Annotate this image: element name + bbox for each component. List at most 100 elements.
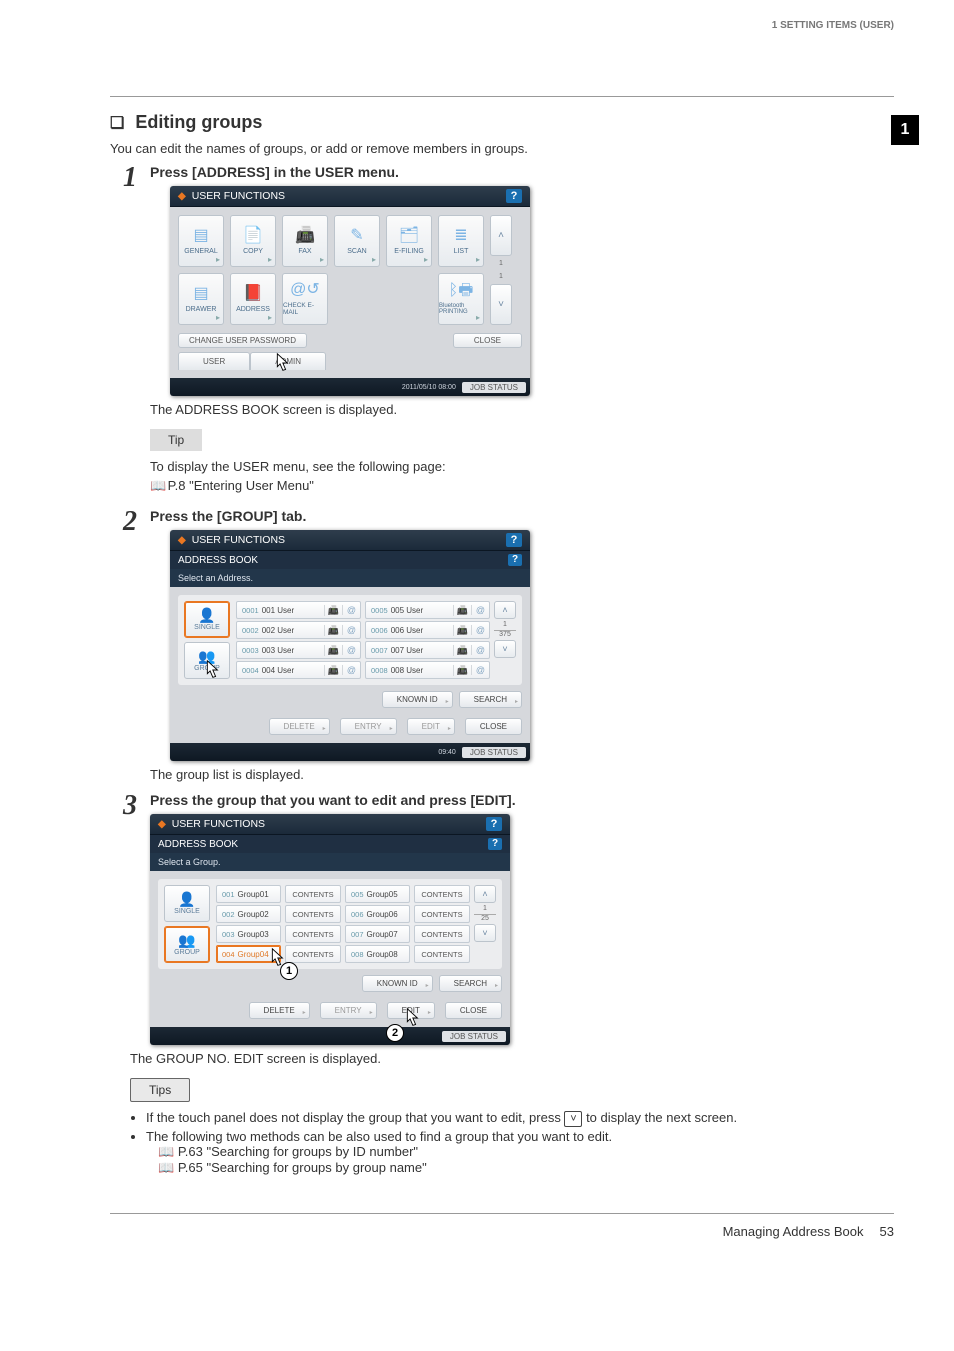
scroll-up-button[interactable]: ˄: [474, 885, 496, 903]
list-item[interactable]: 0006006 User📠@: [365, 621, 490, 639]
list-item[interactable]: 008Group08: [345, 945, 410, 963]
close-button[interactable]: CLOSE: [445, 1002, 502, 1019]
help-icon[interactable]: ?: [488, 838, 502, 850]
list-item[interactable]: 0007007 User📠@: [365, 641, 490, 659]
scroll-down-button[interactable]: ˅: [490, 284, 512, 325]
fax-mini-icon[interactable]: 📠: [324, 605, 342, 616]
list-item[interactable]: 002Group02: [216, 905, 281, 923]
contents-button[interactable]: CONTENTS: [414, 925, 470, 943]
contents-button[interactable]: CONTENTS: [414, 905, 470, 923]
search-button[interactable]: SEARCH▸: [439, 975, 502, 992]
mail-mini-icon[interactable]: @: [471, 605, 489, 615]
known-id-button[interactable]: KNOWN ID▸: [362, 975, 433, 992]
job-status-button[interactable]: JOB STATUS: [442, 1031, 506, 1042]
pointer-cursor-icon: [270, 351, 292, 375]
fax-mini-icon[interactable]: 📠: [453, 665, 471, 676]
tile-fax[interactable]: 📠FAX▸: [282, 215, 328, 267]
fax-mini-icon[interactable]: 📠: [453, 605, 471, 616]
mail-mini-icon[interactable]: @: [471, 645, 489, 655]
fax-mini-icon[interactable]: 📠: [324, 625, 342, 636]
select-prompt: Select an Address.: [170, 569, 530, 587]
user-list-col2: 0005005 User📠@ 0006006 User📠@ 0007007 Us…: [365, 601, 490, 679]
single-tab[interactable]: 👤SINGLE: [184, 601, 230, 638]
single-tab[interactable]: 👤SINGLE: [164, 885, 210, 922]
list-item[interactable]: 003Group03: [216, 925, 281, 943]
delete-button[interactable]: DELETE▸: [269, 718, 330, 735]
tile-scan[interactable]: ✎SCAN▸: [334, 215, 380, 267]
list-item[interactable]: 0001001 User📠@: [236, 601, 361, 619]
list-item[interactable]: 0004004 User📠@: [236, 661, 361, 679]
search-button[interactable]: SEARCH▸: [459, 691, 522, 708]
list-item[interactable]: 0005005 User📠@: [365, 601, 490, 619]
fax-mini-icon[interactable]: 📠: [453, 645, 471, 656]
known-id-button[interactable]: KNOWN ID▸: [382, 691, 453, 708]
list-item[interactable]: 006Group06: [345, 905, 410, 923]
chevron-down-icon: ˅: [564, 1111, 582, 1127]
tab-user[interactable]: USER: [178, 352, 250, 370]
contents-button[interactable]: CONTENTS: [285, 885, 341, 903]
list-item[interactable]: 0008008 User📠@: [365, 661, 490, 679]
job-status-button[interactable]: JOB STATUS: [462, 747, 526, 758]
contents-button[interactable]: CONTENTS: [285, 905, 341, 923]
mail-mini-icon[interactable]: @: [471, 625, 489, 635]
entry-button[interactable]: ENTRY▸: [340, 718, 397, 735]
edit-button[interactable]: EDIT▸: [407, 718, 455, 735]
fax-mini-icon[interactable]: 📠: [324, 665, 342, 676]
page-top: 1: [474, 905, 496, 912]
tile-drawer[interactable]: ▤DRAWER▸: [178, 273, 224, 325]
list-item[interactable]: 007Group07: [345, 925, 410, 943]
tile-address[interactable]: 📕ADDRESS▸: [230, 273, 276, 325]
scroll-down-button[interactable]: ˅: [474, 924, 496, 942]
mail-mini-icon[interactable]: @: [342, 625, 360, 635]
screenshot-address-book-group: ◆USER FUNCTIONS ? ADDRESS BOOK? Select a…: [150, 814, 510, 1045]
section-heading: ❏ Editing groups: [110, 112, 894, 133]
list-item[interactable]: 005Group05: [345, 885, 410, 903]
help-icon[interactable]: ?: [506, 533, 522, 547]
list-item[interactable]: 001Group01: [216, 885, 281, 903]
mail-mini-icon[interactable]: @: [342, 605, 360, 615]
screenshot-address-book-single: ◆USER FUNCTIONS ? ADDRESS BOOK? Select a…: [170, 530, 530, 761]
job-status-button[interactable]: JOB STATUS: [462, 382, 526, 393]
pointer-cursor-icon: [400, 1006, 422, 1030]
step-number-2: 2: [110, 508, 150, 536]
step-1-title: Press [ADDRESS] in the USER menu.: [150, 164, 894, 180]
list-item[interactable]: 0002002 User📠@: [236, 621, 361, 639]
mail-mini-icon[interactable]: @: [342, 645, 360, 655]
help-icon[interactable]: ?: [506, 189, 522, 203]
logo-icon: ◆: [178, 535, 186, 546]
contents-button[interactable]: CONTENTS: [414, 885, 470, 903]
scroll-up-button[interactable]: ˄: [494, 601, 516, 619]
group-tab[interactable]: 👥GROUP: [164, 926, 210, 963]
contents-button[interactable]: CONTENTS: [285, 925, 341, 943]
scroll-up-button[interactable]: ˄: [490, 215, 512, 256]
step-2-note: The group list is displayed.: [150, 767, 894, 782]
step-3-note: The GROUP NO. EDIT screen is displayed.: [130, 1051, 894, 1066]
change-password-button[interactable]: CHANGE USER PASSWORD: [178, 333, 307, 348]
mail-mini-icon[interactable]: @: [342, 665, 360, 675]
close-button[interactable]: CLOSE: [465, 718, 522, 735]
contents-button[interactable]: CONTENTS: [285, 945, 341, 963]
help-icon[interactable]: ?: [486, 817, 502, 831]
fax-mini-icon[interactable]: 📠: [453, 625, 471, 636]
page-total: 375: [494, 630, 516, 638]
tile-check-email[interactable]: @↺CHECK E-MAIL: [282, 273, 328, 325]
contents-button[interactable]: CONTENTS: [414, 945, 470, 963]
close-button[interactable]: CLOSE: [453, 333, 522, 348]
tile-efiling[interactable]: 🗂E-FILING▸: [386, 215, 432, 267]
mail-mini-icon[interactable]: @: [471, 665, 489, 675]
scroll-down-button[interactable]: ˅: [494, 640, 516, 658]
fax-mini-icon[interactable]: 📠: [324, 645, 342, 656]
help-icon[interactable]: ?: [508, 554, 522, 566]
tile-list[interactable]: ≣LIST▸: [438, 215, 484, 267]
tip-label: Tip: [150, 429, 202, 451]
screenshot-user-functions: ◆USER FUNCTIONS ? ▤GENERAL▸ 📄COPY▸ 📠FAX▸…: [170, 186, 530, 396]
tile-bluetooth-printing[interactable]: ᛒ🖶Bluetooth PRINTING▸: [438, 273, 484, 325]
tile-general[interactable]: ▤GENERAL▸: [178, 215, 224, 267]
section-title: Editing groups: [135, 112, 262, 132]
delete-button[interactable]: DELETE▸: [249, 1002, 310, 1019]
callout-2: 2: [386, 1024, 404, 1042]
tile-copy[interactable]: 📄COPY▸: [230, 215, 276, 267]
list-item[interactable]: 0003003 User📠@: [236, 641, 361, 659]
entry-button[interactable]: ENTRY▸: [320, 1002, 377, 1019]
general-icon: ▤: [193, 228, 208, 244]
